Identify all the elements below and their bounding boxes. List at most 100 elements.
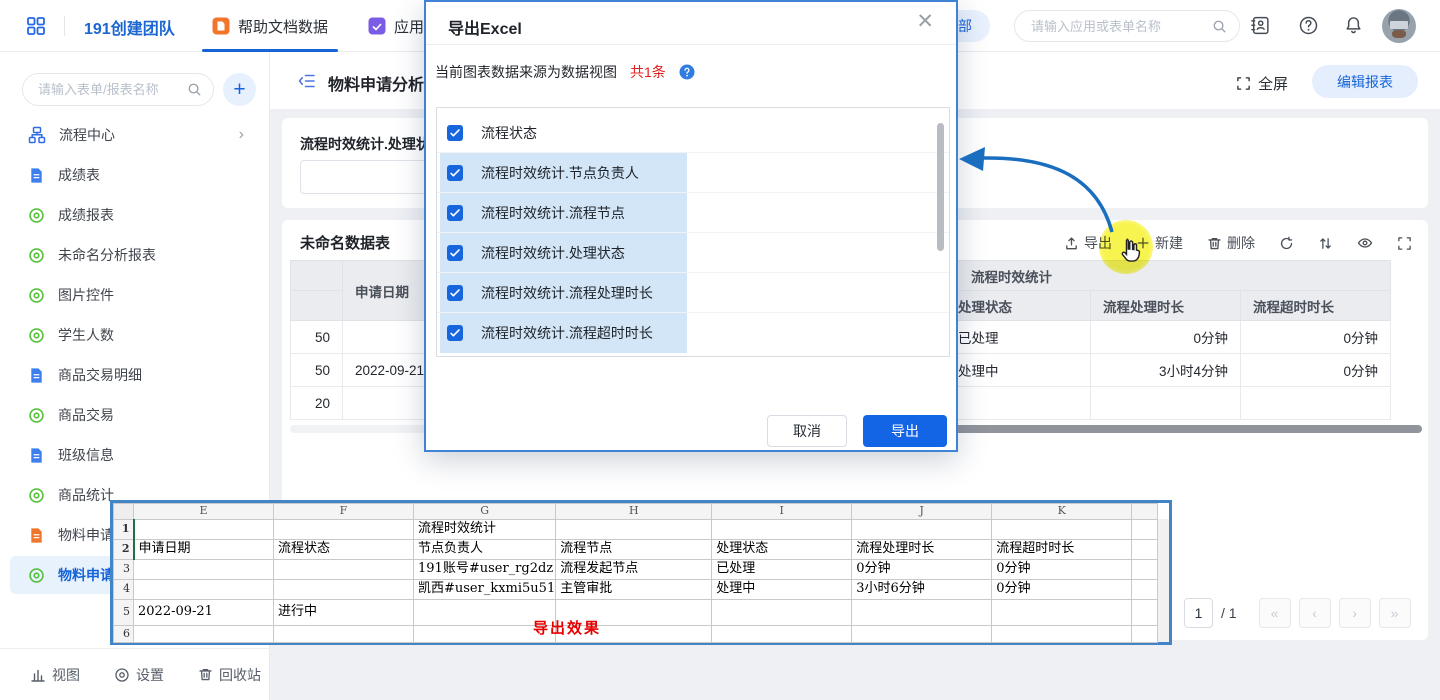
sidebar-item-4[interactable]: 未命名分析报表 <box>0 235 270 275</box>
footer-trash-button[interactable]: 回收站 <box>198 665 261 685</box>
collapse-sidebar-icon[interactable] <box>298 72 316 90</box>
field-label: 流程时效统计.流程处理时长 <box>481 283 653 303</box>
sidebar-item-7[interactable]: 商品交易明细 <box>0 355 270 395</box>
cancel-button[interactable]: 取消 <box>767 415 847 447</box>
checkbox-checked-icon[interactable] <box>447 205 463 221</box>
excel-col-header: G <box>414 504 556 520</box>
question-mark-icon[interactable] <box>679 64 695 80</box>
avatar[interactable] <box>1382 9 1416 43</box>
sidebar-item-8[interactable]: 商品交易 <box>0 395 270 435</box>
export-field-row-6[interactable]: 流程时效统计.流程超时时长 <box>437 313 949 353</box>
sidebar-item-9[interactable]: 班级信息 <box>0 435 270 475</box>
table-cell: 20 <box>291 387 343 420</box>
close-icon[interactable]: ✕ <box>916 11 934 32</box>
excel-row-number: 4 <box>114 580 134 600</box>
last-page-button[interactable]: » <box>1379 598 1411 628</box>
col-header[interactable]: 处理状态 <box>946 291 1091 321</box>
checkbox-checked-icon[interactable] <box>447 325 463 341</box>
app-grid-icon[interactable] <box>26 16 46 36</box>
toolbar-trash-button[interactable]: 删除 <box>1207 233 1255 253</box>
excel-col-header <box>1132 504 1158 520</box>
toolbar-eye-icon-button[interactable] <box>1357 235 1373 251</box>
checkbox-checked-icon[interactable] <box>447 165 463 181</box>
checkbox-checked-icon[interactable] <box>447 285 463 301</box>
excel-cell <box>712 626 852 643</box>
export-field-row-3[interactable]: 流程时效统计.流程节点 <box>437 193 949 233</box>
toolbar-sort-icon-button[interactable] <box>1318 236 1333 251</box>
excel-row-number: 2 <box>114 540 134 560</box>
table-cell: 0分钟 <box>1091 321 1241 354</box>
col-header[interactable]: 流程超时时长 <box>1241 291 1391 321</box>
notifications-bell-icon[interactable] <box>1343 15 1364 36</box>
excel-cell <box>1132 626 1158 643</box>
sidebar-item-6[interactable]: 学生人数 <box>0 315 270 355</box>
excel-cell <box>274 580 414 600</box>
field-label: 流程时效统计.处理状态 <box>481 243 625 263</box>
excel-grid: EFGHIJK1流程时效统计2申请日期流程状态节点负责人流程节点处理状态流程处理… <box>113 503 1158 643</box>
field-label: 流程时效统计.节点负责人 <box>481 163 639 183</box>
tab-1[interactable]: 帮助文档数据 <box>212 0 328 52</box>
tab-2[interactable]: 应用 <box>368 0 424 52</box>
export-field-row-5[interactable]: 流程时效统计.流程处理时长 <box>437 273 949 313</box>
export-field-row-2[interactable]: 流程时效统计.节点负责人 <box>437 153 949 193</box>
export-excel-dialog: 导出Excel ✕ 当前图表数据来源为数据视图 共1条 流程状态流程时效统计.节… <box>424 0 958 452</box>
toolbar-fullscreen-icon-button[interactable] <box>1397 236 1412 251</box>
excel-row: 2申请日期流程状态节点负责人流程节点处理状态流程处理时长流程超时时长 <box>114 540 1158 560</box>
help-icon[interactable] <box>1298 15 1319 36</box>
sidebar-item-label: 物料申请 <box>58 565 114 585</box>
col-header[interactable]: 流程处理时长 <box>1091 291 1241 321</box>
settings-icon <box>114 667 130 683</box>
excel-cell <box>1132 520 1158 540</box>
toolbar-refresh-icon-button[interactable] <box>1279 236 1294 251</box>
excel-cell: 流程处理时长 <box>852 540 992 560</box>
table-cell: 50 <box>291 354 343 387</box>
footer-settings-button[interactable]: 设置 <box>114 665 164 685</box>
excel-cell: 0分钟 <box>992 580 1132 600</box>
excel-cell: 节点负责人 <box>414 540 556 560</box>
toolbar-export-button[interactable]: 导出 <box>1064 233 1112 253</box>
excel-cell <box>134 520 274 540</box>
excel-cell <box>134 626 274 643</box>
excel-cell: 0分钟 <box>852 560 992 580</box>
checkbox-checked-icon[interactable] <box>447 125 463 141</box>
sidebar-item-label: 物料申请 <box>58 525 114 545</box>
table-cell: 已处理 <box>946 321 1091 354</box>
list-scrollbar-thumb[interactable] <box>937 123 944 251</box>
sidebar-item-label: 成绩报表 <box>58 205 114 225</box>
toolbar-plus-button[interactable]: 新建 <box>1136 233 1183 253</box>
excel-cell <box>1132 560 1158 580</box>
page-current[interactable]: 1 <box>1184 598 1213 628</box>
fullscreen-button[interactable]: 全屏 <box>1236 73 1288 94</box>
team-name[interactable]: 191创建团队 <box>84 15 175 39</box>
sidebar-search-input[interactable] <box>38 74 183 105</box>
sidebar-item-1[interactable]: 流程中心› <box>0 115 270 155</box>
add-form-button[interactable]: + <box>223 73 256 106</box>
sidebar-item-2[interactable]: 成绩表 <box>0 155 270 195</box>
first-page-button[interactable]: « <box>1259 598 1291 628</box>
doc-blue-icon <box>28 367 45 384</box>
divider <box>426 44 956 45</box>
excel-cell <box>712 600 852 626</box>
global-search-input[interactable] <box>1031 11 1207 41</box>
export-confirm-button[interactable]: 导出 <box>863 415 947 447</box>
prev-page-button[interactable]: ‹ <box>1299 598 1331 628</box>
doc-orange-icon <box>28 527 45 544</box>
export-field-row-1[interactable]: 流程状态 <box>437 113 949 153</box>
search-icon[interactable] <box>187 82 202 97</box>
sidebar-item-label: 商品交易明细 <box>58 365 142 385</box>
excel-col-header: K <box>992 504 1132 520</box>
field-label: 流程时效统计.流程超时时长 <box>481 323 653 343</box>
excel-cell <box>274 626 414 643</box>
contacts-icon[interactable] <box>1250 15 1271 36</box>
footer-chart-button[interactable]: 视图 <box>30 665 80 685</box>
excel-cell: 0分钟 <box>992 560 1132 580</box>
sidebar-item-3[interactable]: 成绩报表 <box>0 195 270 235</box>
next-page-button[interactable]: › <box>1339 598 1371 628</box>
export-field-row-4[interactable]: 流程时效统计.处理状态 <box>437 233 949 273</box>
field-label: 流程时效统计.流程节点 <box>481 203 625 223</box>
sidebar-item-5[interactable]: 图片控件 <box>0 275 270 315</box>
edit-report-button[interactable]: 编辑报表 <box>1312 65 1418 98</box>
search-icon[interactable] <box>1212 19 1227 34</box>
excel-cell: 流程发起节点 <box>556 560 712 580</box>
checkbox-checked-icon[interactable] <box>447 245 463 261</box>
